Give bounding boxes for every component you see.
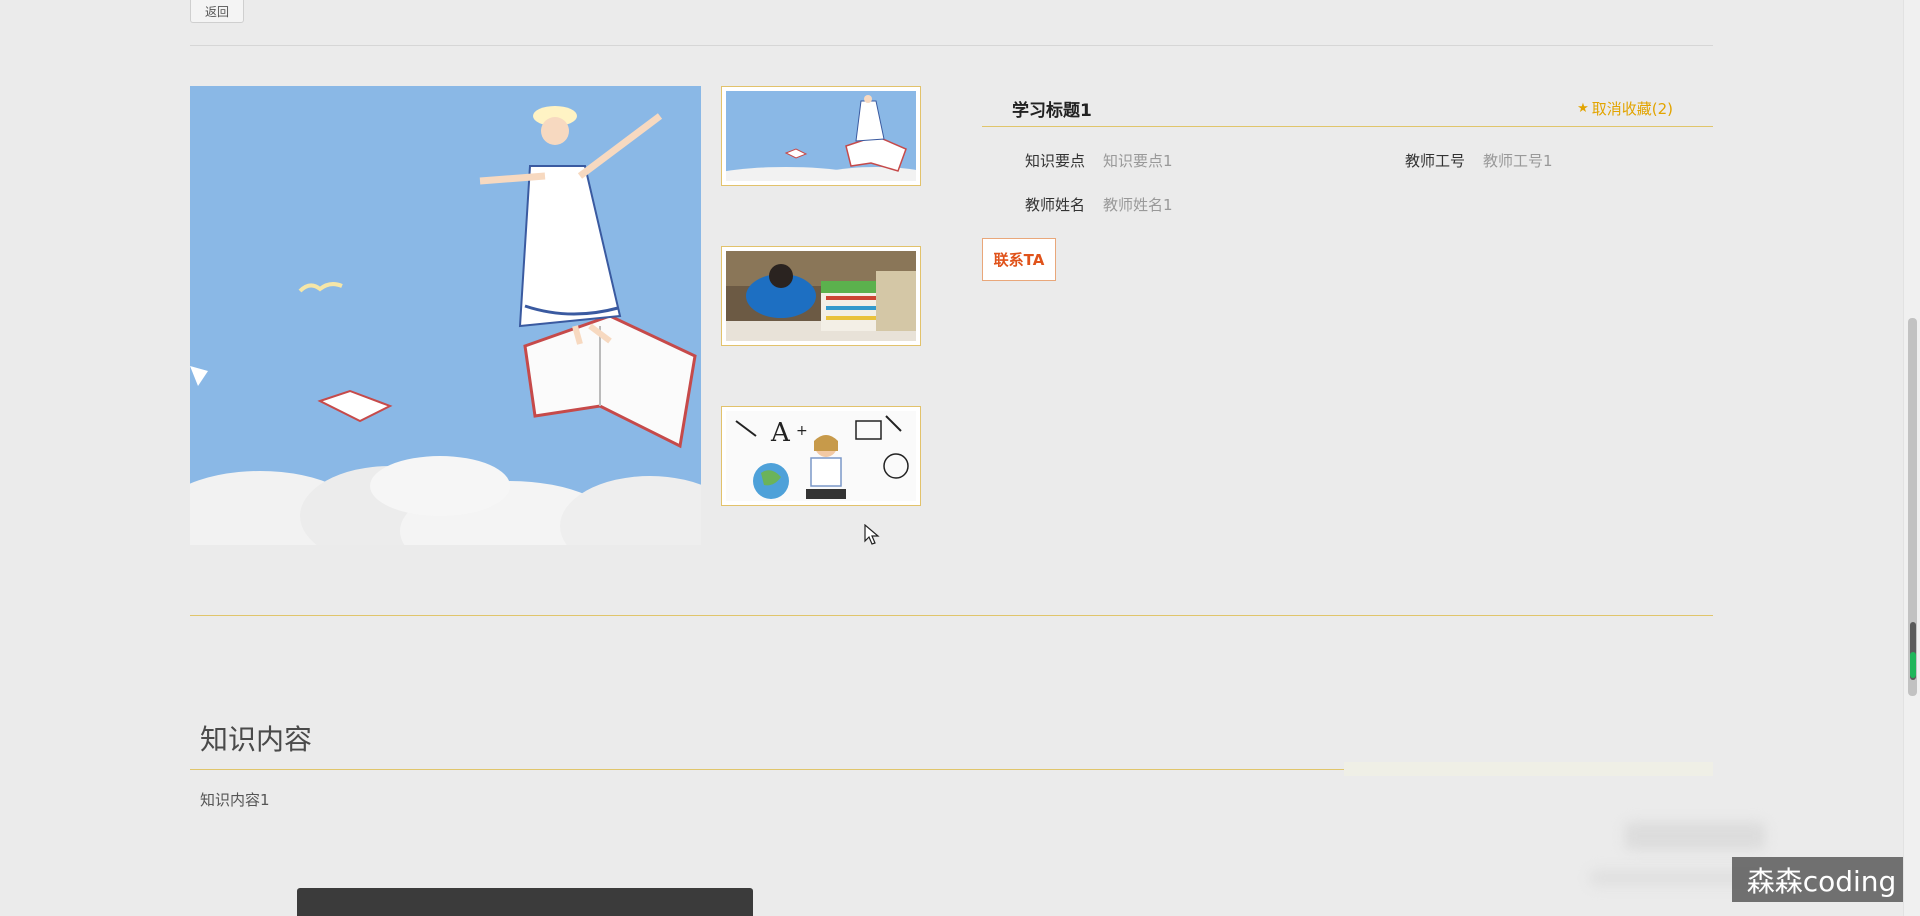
content-heading-underline-light	[1344, 762, 1713, 776]
content-text: 知识内容1	[200, 791, 270, 809]
field-label: 教师工号	[1404, 152, 1465, 170]
thumbnail-2[interactable]	[721, 246, 921, 346]
top-divider	[190, 45, 1713, 46]
svg-text:A: A	[770, 418, 791, 448]
thumbnail-1[interactable]	[721, 86, 921, 186]
thumbnail-3[interactable]: A +	[721, 406, 921, 506]
field-value: 教师姓名1	[1103, 196, 1173, 214]
vertical-scrollbar[interactable]	[1903, 0, 1920, 916]
contact-button[interactable]: 联系TA	[982, 238, 1056, 281]
favorite-label: 取消收藏(2)	[1591, 100, 1673, 118]
section-divider	[190, 615, 1713, 616]
field-value: 教师工号1	[1483, 152, 1553, 170]
back-button[interactable]: 返回	[190, 0, 244, 23]
item-title: 学习标题1	[1012, 101, 1092, 121]
watermark: 森森coding	[1732, 857, 1911, 902]
svg-text:+: +	[796, 423, 808, 439]
dark-popup-bar	[297, 888, 753, 916]
field-label: 知识要点	[1024, 152, 1085, 170]
field-label: 教师姓名	[1024, 196, 1085, 214]
blurred-overlay	[1625, 822, 1765, 850]
scroll-indicator-green	[1910, 652, 1916, 678]
field-value: 知识要点1	[1103, 152, 1173, 170]
star-icon: ★	[1577, 101, 1589, 116]
unfavorite-button[interactable]: ★ 取消收藏(2)	[1577, 98, 1673, 119]
main-image	[190, 86, 701, 545]
content-heading-underline	[190, 769, 1344, 770]
content-heading: 知识内容	[200, 723, 313, 756]
title-row: 学习标题1 ★ 取消收藏(2)	[982, 86, 1713, 127]
mouse-pointer-icon	[864, 523, 880, 550]
detail-panel: 学习标题1 ★ 取消收藏(2) 知识要点 知识要点1 教师工号 教师工号1 教师…	[982, 86, 1713, 281]
